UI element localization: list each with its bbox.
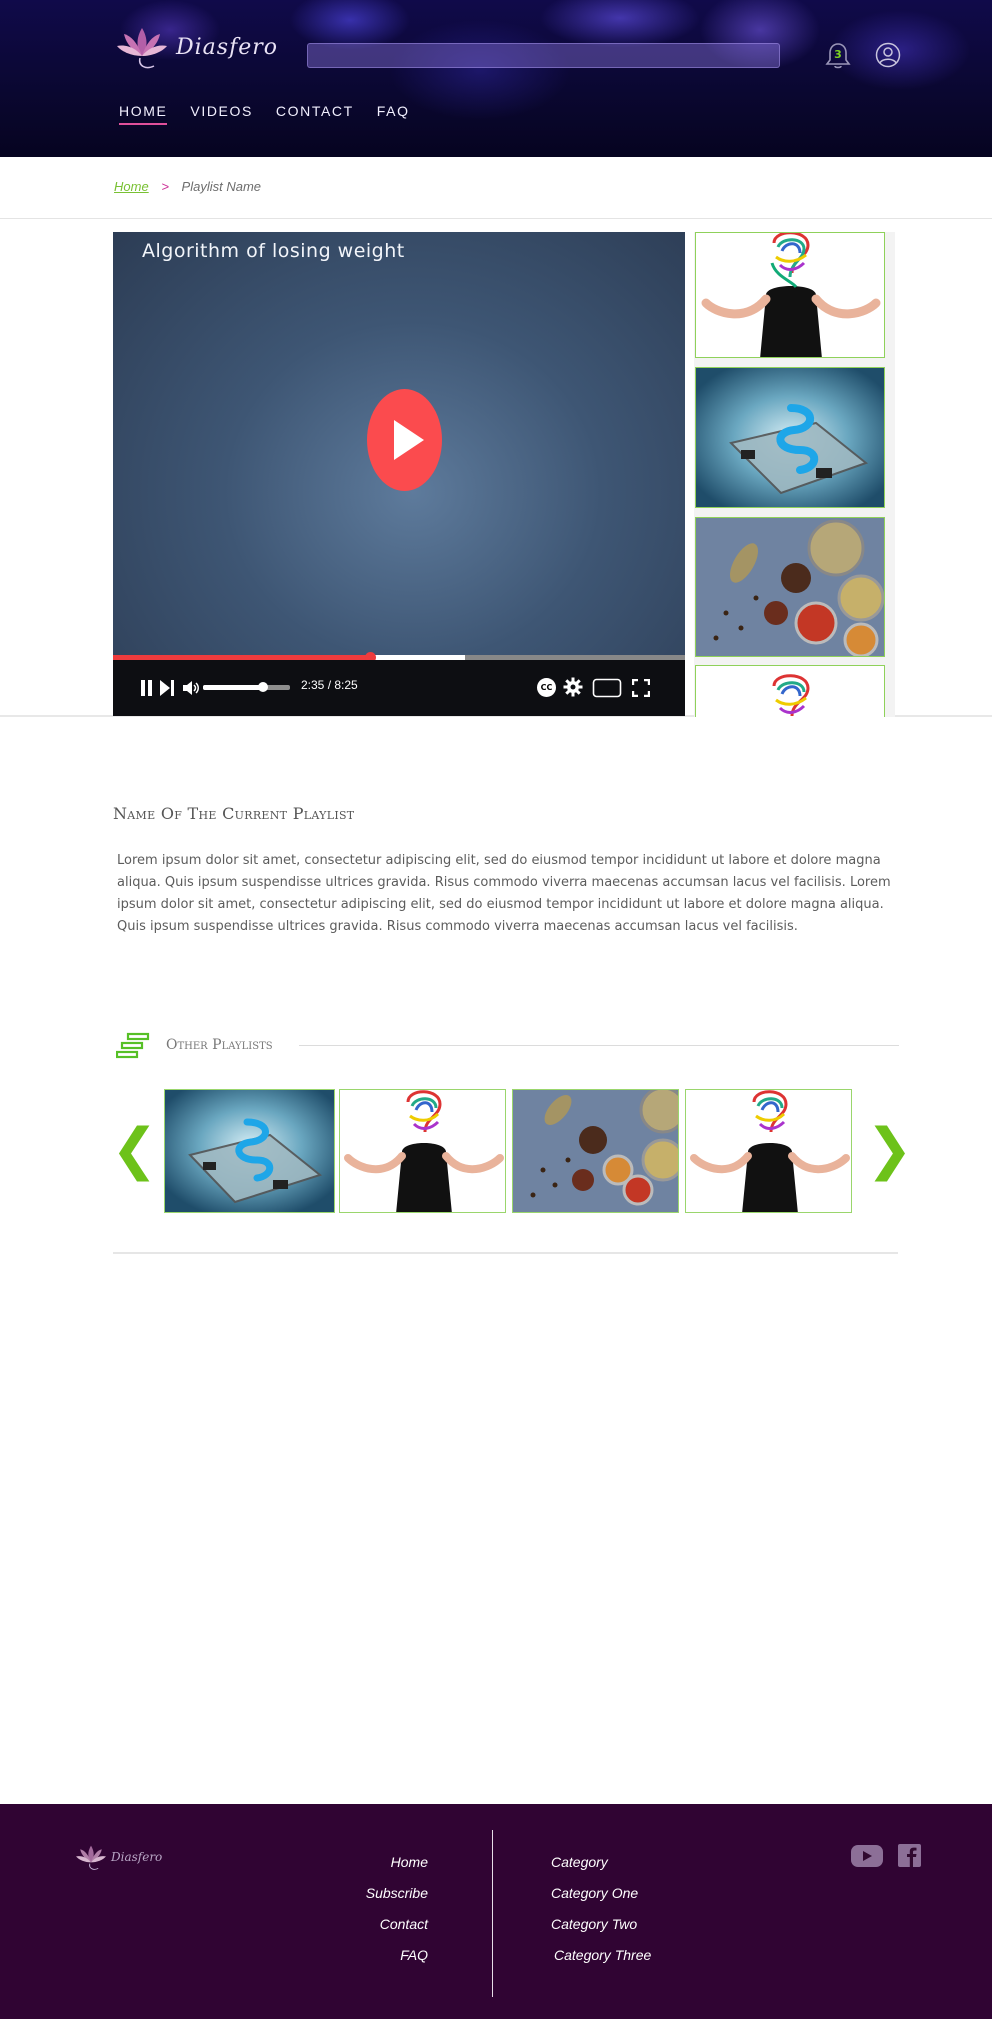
site-header: Diasfero 3 HOME VIDEOS CONTACT FAQ (0, 0, 992, 157)
breadcrumb-home-link[interactable]: Home (114, 179, 149, 194)
other-playlists-title: Other Playlists (166, 1037, 273, 1053)
video-thumbnail-image (696, 518, 884, 656)
time-display: 2:35 / 8:25 (301, 678, 358, 692)
theater-mode-icon[interactable] (592, 677, 622, 699)
footer-logo[interactable]: Diasfero (74, 1842, 162, 1872)
sidebar-video-thumb[interactable] (695, 517, 885, 657)
volume-icon[interactable] (182, 679, 200, 697)
playlist-thumbnail-image (165, 1090, 334, 1212)
playlist-sidebar[interactable] (694, 232, 895, 717)
footer-link-category[interactable]: Category (551, 1854, 711, 1885)
playlist-thumbnail-image (686, 1090, 851, 1212)
sidebar-video-thumb[interactable] (695, 232, 885, 358)
playlist-thumb[interactable] (339, 1089, 506, 1213)
user-icon (875, 42, 901, 68)
logo-text: Diasfero (176, 34, 279, 60)
settings-gear-icon[interactable] (563, 677, 583, 697)
breadcrumb-separator: > (161, 179, 169, 194)
nav-faq[interactable]: FAQ (377, 103, 410, 125)
footer-logo-text: Diasfero (111, 1850, 163, 1864)
nav-home[interactable]: HOME (119, 103, 168, 125)
volume-knob[interactable] (258, 682, 269, 692)
account-button[interactable] (875, 42, 901, 68)
captions-icon[interactable]: CC (537, 678, 556, 697)
carousel-prev-button[interactable]: ❮ (111, 1120, 158, 1180)
video-player[interactable]: Algorithm of losing weight 2:35 / 8:25 C… (113, 232, 685, 716)
section-divider (299, 1045, 899, 1046)
playlist-description: Lorem ipsum dolor sit amet, consectetur … (117, 853, 891, 934)
player-controls: 2:35 / 8:25 CC (113, 660, 685, 716)
site-footer: Diasfero Home Subscribe Contact FAQ Cate… (0, 1804, 992, 2019)
lotus-logo-icon (76, 1845, 106, 1870)
footer-link-subscribe[interactable]: Subscribe (290, 1885, 428, 1916)
playlist-thumb[interactable] (685, 1089, 852, 1213)
sidebar-video-thumb[interactable] (695, 665, 885, 717)
playlist-thumbnail-image (340, 1090, 505, 1212)
playlist-thumb[interactable] (164, 1089, 335, 1213)
other-playlists-header: Other Playlists (116, 1032, 899, 1060)
breadcrumb-current: Playlist Name (181, 179, 261, 194)
footer-links-main: Home Subscribe Contact FAQ (290, 1854, 428, 1978)
video-thumbnail-image (696, 666, 884, 717)
play-button[interactable] (367, 389, 442, 491)
pause-icon[interactable] (140, 679, 154, 697)
volume-slider[interactable] (203, 682, 290, 692)
footer-link-category-two[interactable]: Category Two (551, 1916, 711, 1947)
footer-divider (492, 1830, 493, 1997)
video-title: Algorithm of losing weight (142, 240, 405, 262)
facebook-icon[interactable] (898, 1844, 921, 1867)
nav-contact[interactable]: CONTACT (276, 103, 354, 125)
main-nav: HOME VIDEOS CONTACT FAQ (119, 103, 433, 125)
footer-link-faq[interactable]: FAQ (290, 1947, 428, 1978)
volume-level (203, 685, 264, 690)
video-section: Algorithm of losing weight 2:35 / 8:25 C… (0, 219, 992, 717)
breadcrumb-bar: Home > Playlist Name (0, 157, 992, 219)
sidebar-video-thumb[interactable] (695, 367, 885, 508)
nav-videos[interactable]: VIDEOS (190, 103, 253, 125)
notifications-button[interactable]: 3 (825, 42, 851, 70)
youtube-icon[interactable] (850, 1844, 884, 1868)
video-thumbnail-image (696, 368, 884, 507)
playlist-stack-icon (116, 1032, 150, 1059)
footer-link-category-three[interactable]: Category Three (551, 1947, 711, 1978)
playlist-title: Name Of The Current Playlist (113, 804, 355, 823)
search-input[interactable] (307, 43, 780, 68)
playlist-thumb[interactable] (512, 1089, 679, 1213)
carousel-next-button[interactable]: ❯ (866, 1120, 913, 1180)
lotus-logo-icon (117, 28, 167, 69)
footer-links-categories: Category Category One Category Two Categ… (551, 1854, 711, 1978)
footer-link-home[interactable]: Home (290, 1854, 428, 1885)
site-logo[interactable]: Diasfero (114, 22, 278, 72)
playlist-thumbnail-image (513, 1090, 678, 1212)
notification-badge: 3 (834, 48, 842, 61)
next-icon[interactable] (159, 679, 175, 697)
video-thumbnail-image (696, 233, 884, 357)
breadcrumb: Home > Playlist Name (114, 179, 261, 194)
content-divider (113, 1252, 898, 1254)
fullscreen-icon[interactable] (632, 679, 650, 697)
footer-link-contact[interactable]: Contact (290, 1916, 428, 1947)
footer-link-category-one[interactable]: Category One (551, 1885, 711, 1916)
